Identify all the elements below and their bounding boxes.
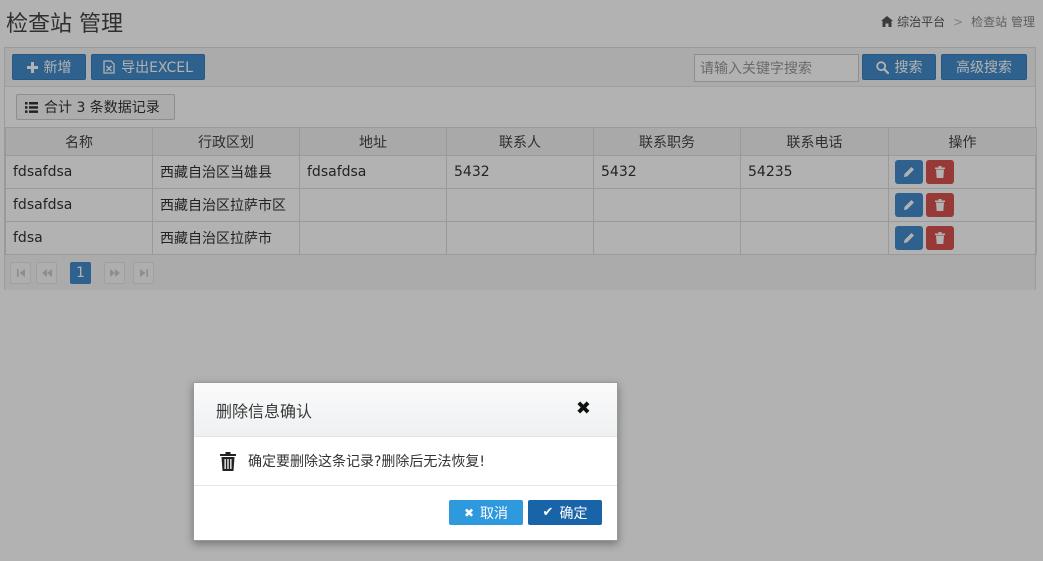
dialog-message: 确定要删除这条记录?删除后无法恢复! [248, 454, 486, 470]
trash-icon [220, 451, 236, 471]
dialog-header: 删除信息确认 ✖ [194, 383, 617, 437]
delete-confirm-dialog: 删除信息确认 ✖ 确定要删除这条记录?删除后无法恢复! ✖ 取消 ✔ 确定 [193, 382, 618, 541]
cancel-button[interactable]: ✖ 取消 [449, 500, 523, 525]
close-icon[interactable]: ✖ [576, 400, 591, 418]
dialog-title: 删除信息确认 [216, 401, 313, 421]
check-icon: ✔ [542, 505, 554, 520]
confirm-button[interactable]: ✔ 确定 [528, 500, 602, 525]
confirm-button-label: 确定 [559, 505, 588, 522]
dialog-footer: ✖ 取消 ✔ 确定 [194, 486, 617, 540]
close-icon: ✖ [463, 505, 475, 520]
cancel-button-label: 取消 [480, 505, 509, 522]
dialog-body: 确定要删除这条记录?删除后无法恢复! [194, 437, 617, 486]
